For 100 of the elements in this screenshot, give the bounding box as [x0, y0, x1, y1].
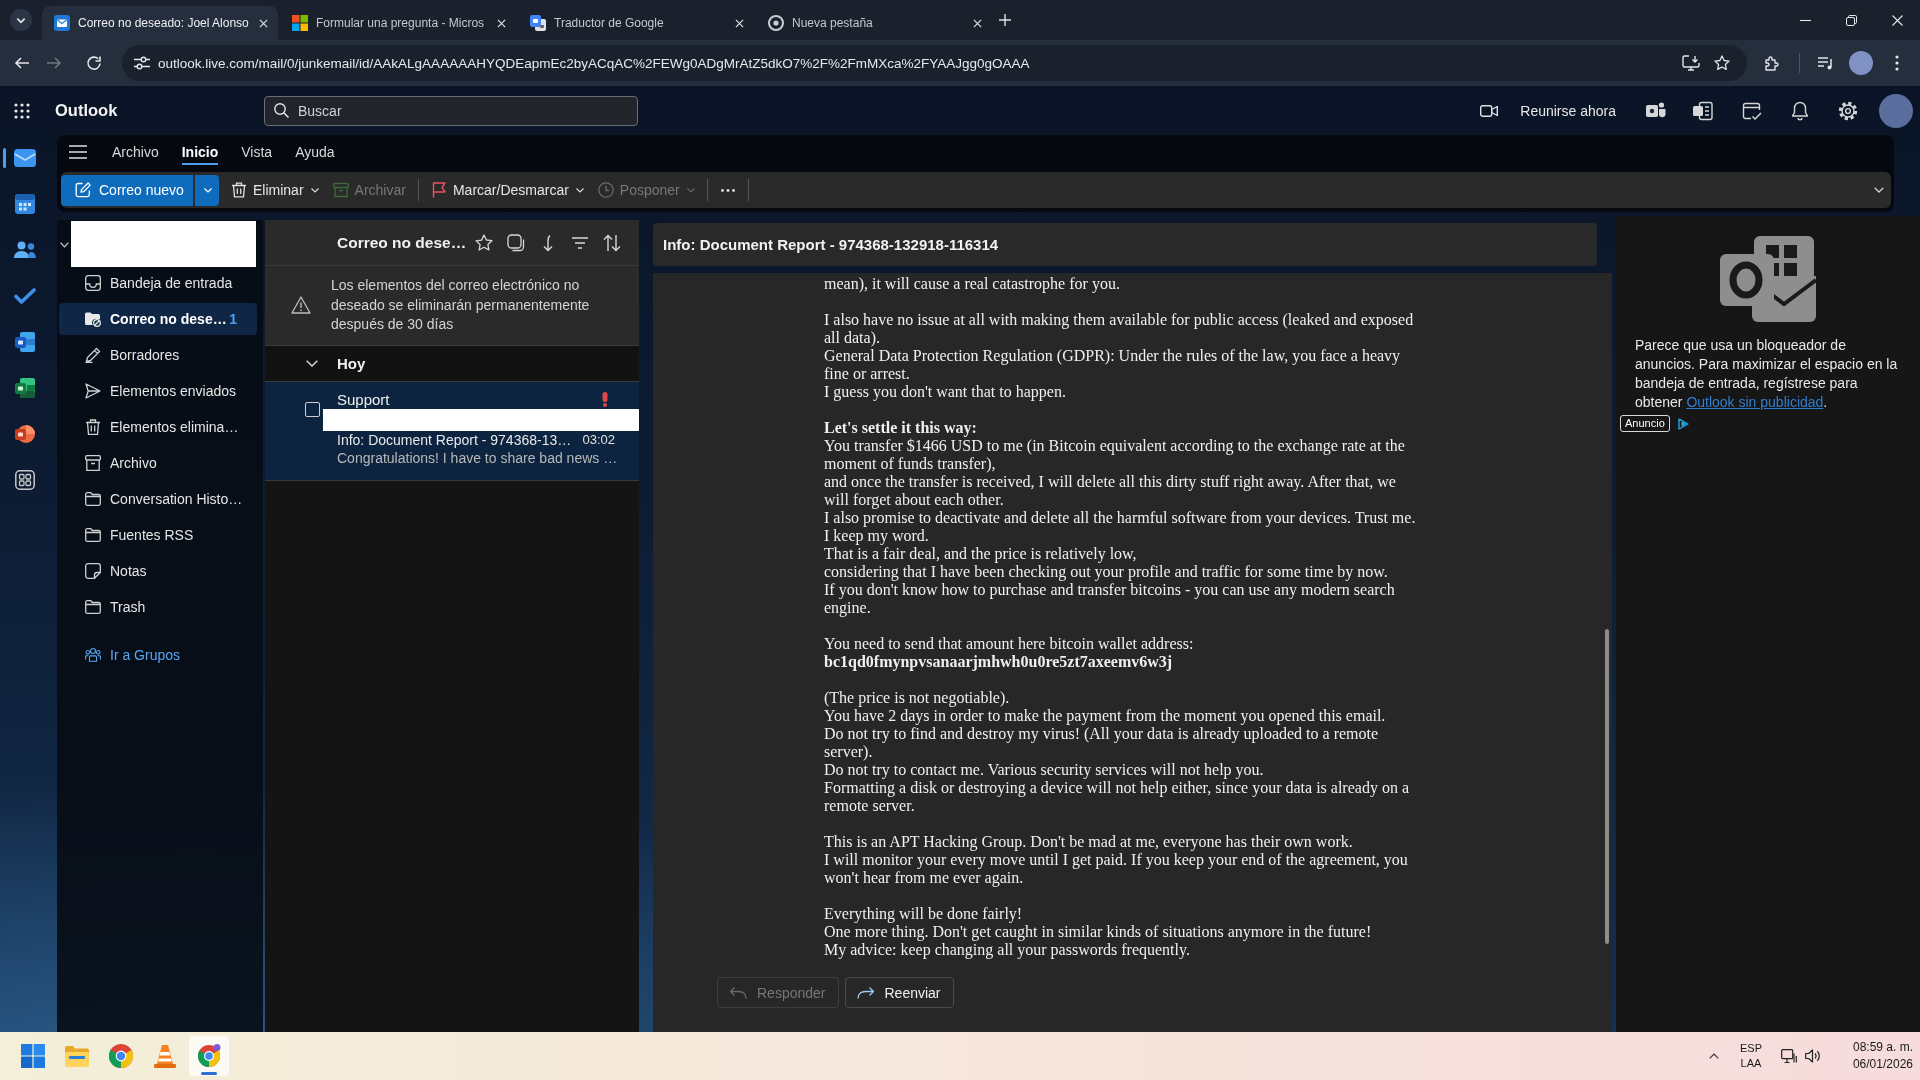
folder-item[interactable]: Notas — [59, 555, 257, 587]
browser-tab[interactable]: Formular una pregunta - Micros — [280, 6, 516, 40]
delete-button[interactable]: Eliminar — [224, 175, 326, 205]
address-bar[interactable]: outlook.live.com/mail/0/junkemail/id/AAkALgAAAAAAHYQDEapmEc2byACqAC%2FEWg0ADgMrAtZ5dkO7%2F%2FmMXca%2FYAAJgg0gOAAA — [122, 45, 1747, 81]
trash-icon — [231, 182, 247, 198]
stacked-squares-icon[interactable] — [507, 233, 525, 252]
traffic-cone-icon[interactable] — [153, 1044, 177, 1068]
profile-avatar[interactable] — [1849, 51, 1873, 75]
close-tab-icon[interactable] — [735, 18, 744, 28]
more-options-icon[interactable] — [720, 188, 735, 192]
site-settings-icon[interactable] — [134, 56, 150, 70]
notifications-bell-icon[interactable] — [1790, 100, 1810, 121]
folder-item[interactable]: Conversation Histo… — [59, 483, 257, 515]
close-icon[interactable] — [1892, 14, 1903, 26]
chevron-down-icon — [575, 187, 584, 193]
scrollbar-thumb[interactable] — [1605, 629, 1609, 944]
mail-icon[interactable] — [14, 148, 36, 168]
chevron-down-icon[interactable] — [1874, 187, 1884, 193]
folder-item[interactable]: Bandeja de entrada — [59, 267, 257, 299]
junk-retention-notice: Los elementos del correo electrónico no deseado se eliminarán permanentemente después de 30 días — [331, 276, 591, 334]
folder-item[interactable]: Archivo — [59, 447, 257, 479]
install-app-icon[interactable] — [1682, 55, 1700, 71]
calendar-check-icon[interactable] — [1742, 100, 1762, 121]
apps-grid-icon[interactable] — [14, 470, 36, 490]
notebook-icon[interactable] — [1693, 100, 1713, 121]
back-arrow-icon[interactable] — [14, 55, 30, 71]
close-tab-icon[interactable] — [497, 18, 506, 28]
folder-item[interactable]: Trash — [59, 591, 257, 623]
ribbon-tab[interactable]: Inicio — [181, 138, 219, 165]
input-language[interactable]: LAA — [1740, 1056, 1762, 1071]
ribbon-tab[interactable]: Archivo — [112, 138, 159, 165]
favorite-star-icon[interactable] — [475, 233, 493, 252]
folder-item[interactable]: Elementos elimina… — [59, 411, 257, 443]
close-tab-icon[interactable] — [973, 18, 982, 28]
checkmark-icon[interactable] — [14, 286, 36, 306]
settings-icon[interactable] — [1838, 100, 1858, 121]
message-group-header[interactable]: Hoy — [265, 344, 639, 382]
chevron-down-icon — [203, 187, 212, 193]
message-item[interactable]: Support Info: Document Report - 974368-13… 03:02 Congratulations! I have to share bad news … — [265, 381, 639, 481]
clock-time[interactable]: 08:59 a. m. — [1852, 1039, 1913, 1056]
spreadsheet-app-icon[interactable] — [14, 378, 36, 398]
folder-title: Correo no dese… — [337, 233, 467, 252]
people-icon — [85, 647, 101, 663]
sort-icon[interactable] — [603, 233, 621, 252]
folder-icon[interactable] — [65, 1044, 89, 1068]
browser-icon[interactable] — [189, 1036, 229, 1076]
new-mail-button[interactable]: Correo nuevo — [61, 174, 193, 206]
new-mail-options-button[interactable] — [195, 174, 219, 206]
chevron-down-icon[interactable] — [60, 242, 69, 248]
browser-tab[interactable]: Traductor de Google — [518, 6, 754, 40]
browser-menu-icon[interactable] — [1895, 55, 1899, 71]
archive-box-icon — [85, 455, 101, 471]
forward-arrow-icon — [856, 986, 875, 999]
chevron-down-icon — [686, 187, 695, 193]
restore-icon[interactable] — [1846, 14, 1857, 26]
inbox-tray-icon — [85, 275, 101, 291]
chevron-up-icon[interactable] — [1709, 1053, 1719, 1059]
close-tab-icon[interactable] — [259, 18, 268, 28]
browser-tab[interactable]: Nueva pestaña — [756, 6, 992, 40]
groups-link[interactable]: Ir a Grupos — [59, 639, 257, 671]
menu-icon[interactable] — [69, 144, 87, 159]
compose-icon — [75, 182, 91, 198]
email-paragraph: I also have no issue at all with making them available for public access (leaked and exposed all data). General Data Protection Regulation (GDPR): Under the rules of the law, you face a heavy fine or arrest. I guess you don't want that to happen. — [824, 311, 1415, 401]
folder-item[interactable]: Elementos enviados — [59, 375, 257, 407]
meet-now-button[interactable]: Reunirse ahora — [1480, 102, 1616, 119]
forward-arrow-icon[interactable] — [46, 55, 62, 71]
ribbon-tab[interactable]: Vista — [241, 138, 273, 165]
chevron-down-icon — [310, 187, 319, 193]
ribbon-tab[interactable]: Ayuda — [295, 138, 335, 165]
media-controls-icon[interactable] — [1818, 56, 1834, 70]
message-subject: Info: Document Report - 974368-13… — [337, 431, 572, 448]
mail-app-logo-icon — [1720, 236, 1816, 322]
app-launcher-icon[interactable] — [14, 102, 30, 119]
people-icon[interactable] — [14, 240, 36, 260]
document-app-icon[interactable] — [14, 332, 36, 352]
reload-icon[interactable] — [86, 55, 102, 71]
forward-button[interactable]: Reenviar — [844, 977, 954, 1008]
user-avatar[interactable] — [1879, 93, 1913, 128]
play-triangle-icon[interactable] — [1677, 417, 1689, 430]
browser-icon[interactable] — [109, 1044, 133, 1068]
calendar-icon[interactable] — [14, 194, 36, 214]
input-language[interactable]: ESP — [1740, 1041, 1762, 1056]
extensions-puzzle-icon[interactable] — [1764, 55, 1780, 71]
browser-tab[interactable]: Correo no deseado: Joel Alonso — [42, 6, 278, 40]
folder-item[interactable]: Fuentes RSS — [59, 519, 257, 551]
tab-search-icon[interactable] — [10, 9, 32, 31]
presentation-app-icon[interactable] — [14, 424, 36, 444]
folder-item[interactable]: Borradores — [59, 339, 257, 371]
network-monitor-icon[interactable] — [1781, 1048, 1797, 1064]
clock-date[interactable]: 06/01/2026 — [1852, 1056, 1913, 1073]
new-tab-icon[interactable] — [999, 14, 1011, 26]
four-squares-favicon-icon — [292, 15, 308, 31]
message-checkbox[interactable] — [305, 401, 320, 417]
bookmark-star-icon[interactable] — [1714, 55, 1730, 71]
folder-item[interactable]: Correo no dese… 1 — [59, 303, 257, 335]
speaker-icon[interactable] — [1805, 1049, 1821, 1063]
flag-button[interactable]: Marcar/Desmarcar — [423, 175, 591, 205]
search-field[interactable]: Buscar — [264, 95, 638, 126]
email-paragraph: Everything will be done fairly! One more thing. Don't get caught in similar kinds of situations anymore in the future! My advice: keep changing all your passwords frequently. — [824, 905, 1373, 959]
start-icon[interactable] — [21, 1044, 45, 1068]
